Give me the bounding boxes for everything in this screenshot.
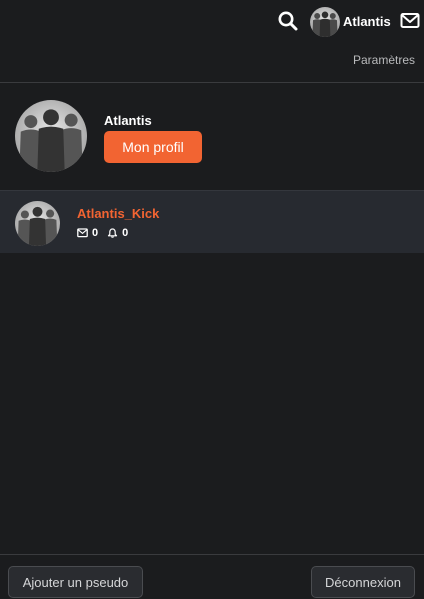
- logout-button[interactable]: Déconnexion: [311, 566, 415, 598]
- account-avatar: [15, 201, 60, 246]
- account-stats: 0 0: [77, 227, 137, 239]
- account-menu-panel: Atlantis Paramètres Atlantis Mon profil …: [0, 0, 424, 599]
- header-user-menu[interactable]: Atlantis: [310, 6, 391, 37]
- my-profile-button[interactable]: Mon profil: [104, 131, 202, 163]
- add-pseudo-button[interactable]: Ajouter un pseudo: [8, 566, 143, 598]
- message-count-value: 0: [92, 227, 99, 239]
- search-icon[interactable]: [277, 10, 299, 32]
- account-row[interactable]: Atlantis_Kick 0 0: [0, 190, 424, 253]
- mail-icon[interactable]: [400, 12, 420, 30]
- envelope-icon: [77, 228, 88, 238]
- notification-count: 0: [107, 227, 128, 239]
- divider: [0, 554, 424, 555]
- divider: [0, 82, 424, 83]
- profile-avatar: [15, 100, 87, 172]
- profile-name: Atlantis: [104, 113, 152, 128]
- header-username: Atlantis: [343, 14, 391, 29]
- settings-link[interactable]: Paramètres: [353, 53, 415, 67]
- notification-count-value: 0: [122, 227, 129, 239]
- top-bar: Atlantis: [0, 0, 424, 43]
- avatar: [310, 6, 340, 37]
- bell-icon: [108, 228, 118, 238]
- account-name: Atlantis_Kick: [77, 206, 160, 221]
- message-count: 0: [77, 227, 98, 239]
